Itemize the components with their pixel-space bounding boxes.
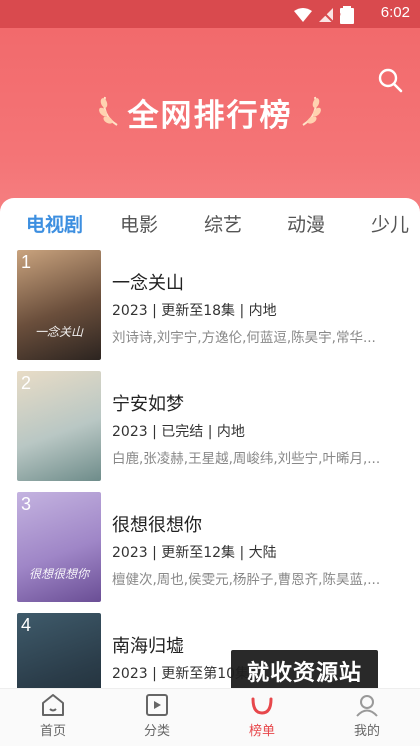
tab-movies[interactable]: 电影 [120,210,158,237]
home-icon [42,694,64,716]
item-title[interactable]: 很想很想你 [112,511,202,537]
status-icons [294,6,354,24]
ranking-icon [251,697,273,715]
list-item[interactable]: 1 一念关山 一念关山 2023 | 更新至18集 | 内地 刘诗诗,刘宇宁,方… [0,250,420,362]
hero-banner: 全网排行榜 [0,28,420,218]
nav-category-label: 分类 [143,724,170,739]
category-tabs: 电视剧 电影 综艺 动漫 少儿 [0,198,420,248]
item-meta: 2023 | 更新至18集 | 内地 [112,303,277,319]
list-item[interactable]: 2 宁安如梦 2023 | 已完结 | 内地 白鹿,张凌赫,王星越,周峻纬,刘些… [0,371,420,483]
nav-profile-label: 我的 [353,724,380,739]
poster-image[interactable]: 1 一念关山 [17,250,101,360]
nav-home-label: 首页 [39,724,66,739]
battery-level: 6 [333,7,341,20]
item-meta: 2023 | 更新至第10集 [112,666,250,682]
status-bar: 6 6:02 [0,0,420,28]
nav-profile[interactable]: 我的 [332,693,402,739]
tab-kids[interactable]: 少儿 [371,210,409,237]
battery-icon [340,6,354,24]
poster-image[interactable]: 2 [17,371,101,481]
bottom-nav: 首页 分类 榜单 我的 [0,688,420,746]
no-signal-icon [318,7,334,23]
rank-number: 1 [21,252,32,272]
tab-tv-series[interactable]: 电视剧 [26,210,83,237]
rank-number: 3 [21,494,32,514]
category-icon [146,694,168,716]
poster-title: 很想很想你 [28,567,89,581]
item-title[interactable]: 一念关山 [112,269,184,295]
item-meta: 2023 | 更新至12集 | 大陆 [112,545,277,561]
page-title: 全网排行榜 [127,98,293,134]
item-title[interactable]: 宁安如梦 [112,390,184,416]
nav-ranking[interactable]: 榜单 [227,693,297,739]
nav-category[interactable]: 分类 [122,693,192,739]
laurel-right-icon [302,96,321,126]
nav-ranking-label: 榜单 [248,724,275,739]
list-item[interactable]: 3 很想很想你 很想很想你 2023 | 更新至12集 | 大陆 檀健次,周也,… [0,492,420,604]
nav-home[interactable]: 首页 [18,693,88,739]
rank-number: 2 [21,373,32,393]
poster-title: 一念关山 [34,325,83,339]
item-cast: 白鹿,张凌赫,王星越,周峻纬,刘些宁,叶晞月,... [112,451,381,467]
item-cast: 檀健次,周也,侯雯元,杨肸子,曹恩齐,陈昊蓝,... [112,572,381,588]
wifi-icon [294,8,312,22]
item-meta: 2023 | 已完结 | 内地 [112,424,245,440]
rank-number: 4 [21,615,32,635]
tab-anime[interactable]: 动漫 [287,210,325,237]
profile-icon [356,695,378,717]
clock: 6:02 [380,4,410,21]
poster-image[interactable]: 3 很想很想你 [17,492,101,602]
item-cast: 刘诗诗,刘宇宁,方逸伦,何蓝逗,陈昊宇,常华... [112,330,376,346]
tab-variety[interactable]: 综艺 [204,210,242,237]
item-title[interactable]: 南海归墟 [112,632,184,658]
